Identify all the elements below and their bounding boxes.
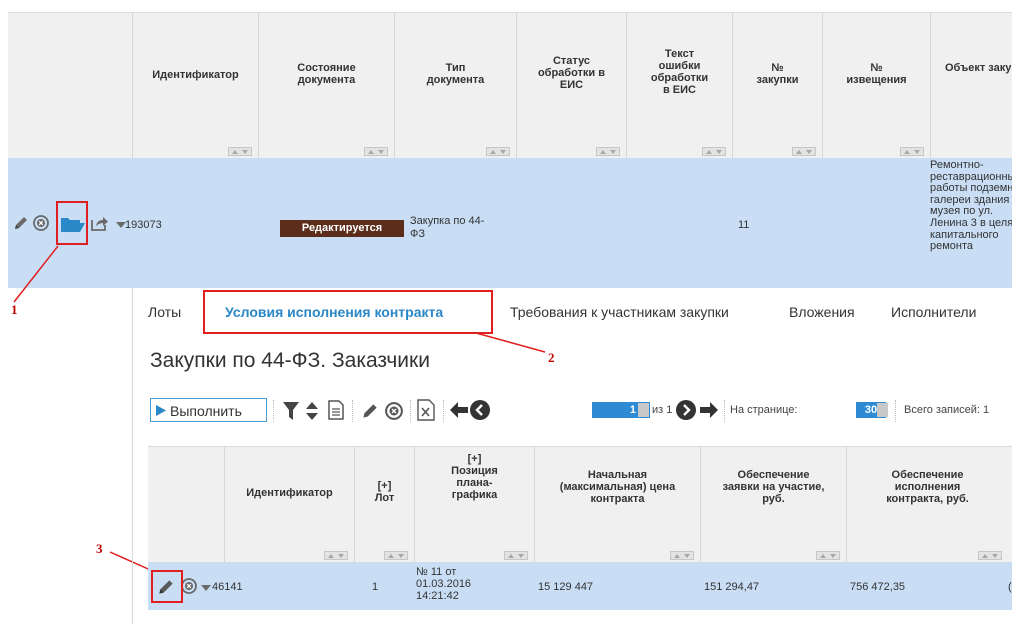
column-header-label: Обеспечение заявки на участие, руб. — [722, 469, 825, 505]
filter-icon[interactable] — [283, 402, 299, 420]
toolbar-separator — [410, 400, 411, 422]
per-page-label: На странице: — [730, 404, 798, 416]
page-dropdown[interactable] — [638, 403, 649, 417]
toolbar-separator — [724, 400, 725, 422]
sort-arrows-icon[interactable] — [816, 551, 840, 560]
column-header-bid-security[interactable]: Обеспечение заявки на участие, руб. — [700, 447, 846, 563]
annotation-label-2: 2 — [548, 350, 555, 365]
excel-export-icon[interactable] — [417, 399, 435, 421]
tab-attachments[interactable]: Вложения — [789, 304, 855, 320]
highlight-box-2 — [203, 290, 493, 334]
annotation-label-3: 3 — [96, 541, 103, 556]
truncated-cell: ( — [1008, 581, 1012, 593]
document-icon[interactable] — [328, 400, 344, 420]
lot-number: 1 — [372, 581, 379, 593]
column-header-contract-security[interactable]: Обеспечение исполнения контракта, руб. — [846, 447, 1008, 563]
delete-circle-icon[interactable] — [181, 578, 197, 594]
annotation-label-1: 1 — [11, 302, 18, 317]
plan-position: № 11 от 01.03.2016 14:21:42 — [416, 566, 472, 602]
column-header-plan-position[interactable]: [+] Позиция плана-графика — [414, 447, 534, 563]
column-header-label: Обеспечение исполнения контракта, руб. — [886, 469, 969, 505]
tab-participant-requirements[interactable]: Требования к участникам закупки — [510, 304, 729, 320]
customers-grid-header: Идентификатор [+] Лот [+] Позиция плана-… — [148, 446, 1012, 564]
toolbar-separator — [443, 400, 444, 422]
column-header-max-price[interactable]: Начальная (максимальная) цена контракта — [534, 447, 700, 563]
customer-id: 46141 — [212, 581, 243, 593]
max-price: 15 129 447 — [538, 581, 594, 593]
last-page-icon[interactable] — [700, 402, 718, 418]
customer-row[interactable]: 46141 1 № 11 от 01.03.2016 14:21:42 15 1… — [148, 562, 1012, 610]
run-button-label: Выполнить — [170, 403, 242, 419]
sort-arrows-icon[interactable] — [384, 551, 408, 560]
chevron-down-icon[interactable] — [201, 585, 211, 591]
customers-grid: Идентификатор [+] Лот [+] Позиция плана-… — [148, 446, 1012, 610]
tab-executors[interactable]: Исполнители — [891, 304, 976, 320]
sort-arrows-icon[interactable] — [670, 551, 694, 560]
column-header-label: [+] Лот — [374, 480, 395, 504]
left-divider — [132, 288, 133, 624]
column-header-label: Начальная (максимальная) цена контракта — [559, 469, 676, 505]
page-of-label: из 1 — [652, 404, 673, 416]
tab-lots[interactable]: Лоты — [148, 304, 181, 320]
contract-security: 756 472,35 — [850, 581, 906, 593]
sort-arrows-icon[interactable] — [504, 551, 528, 560]
bid-security: 151 294,47 — [704, 581, 760, 593]
prev-page-icon[interactable] — [470, 400, 490, 420]
column-header-label: [+] Позиция плана-графика — [451, 453, 498, 501]
toolbar-separator — [352, 400, 353, 422]
section-title: Закупки по 44-ФЗ. Заказчики — [150, 349, 430, 372]
total-records: Всего записей: 1 — [904, 404, 990, 416]
column-header-id[interactable]: Идентификатор — [224, 447, 354, 563]
column-header-lot[interactable]: [+] Лот — [354, 447, 414, 563]
sort-icon[interactable] — [306, 402, 318, 420]
play-icon — [156, 405, 166, 416]
sort-arrows-icon[interactable] — [978, 551, 1002, 560]
pencil-icon[interactable] — [360, 401, 380, 421]
run-button[interactable]: Выполнить — [150, 398, 267, 422]
column-header-label: Идентификатор — [246, 487, 333, 499]
next-page-icon[interactable] — [676, 400, 696, 420]
actions-column-header — [148, 447, 224, 563]
toolbar-separator — [273, 400, 274, 422]
first-page-icon[interactable] — [450, 402, 468, 418]
sort-arrows-icon[interactable] — [324, 551, 348, 560]
highlight-box-3 — [151, 570, 183, 603]
toolbar-separator — [895, 400, 896, 422]
delete-circle-icon[interactable] — [385, 402, 403, 420]
per-page-dropdown[interactable] — [877, 403, 888, 417]
